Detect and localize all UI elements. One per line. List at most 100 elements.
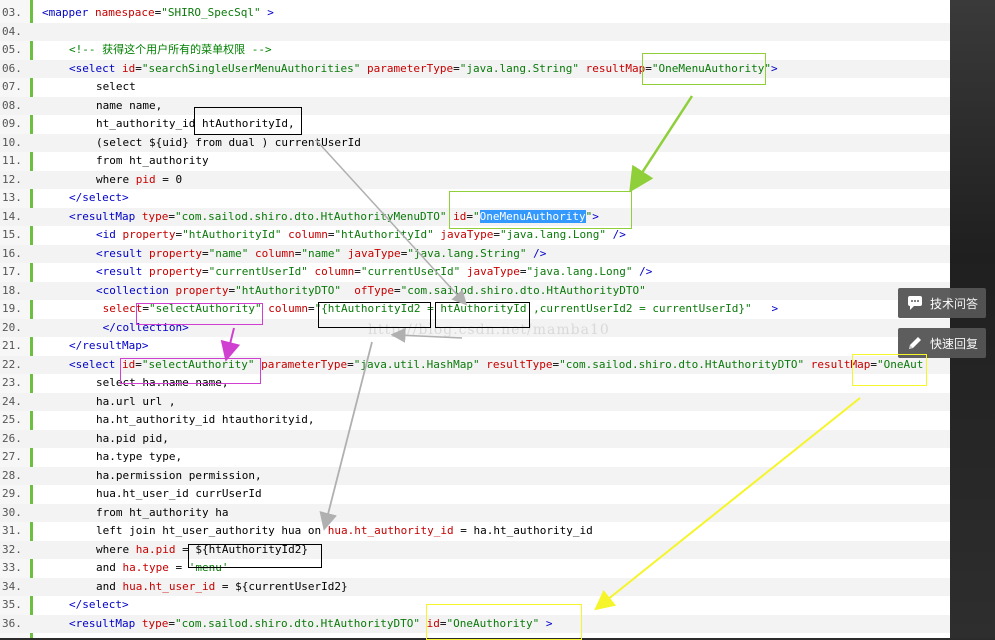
code-token: "name" <box>208 246 249 260</box>
line-number: 05. <box>2 43 22 56</box>
code-token: property <box>142 246 202 260</box>
code-token: property <box>168 283 229 297</box>
code-text: ht_authority_id htAuthorityId, <box>96 115 295 133</box>
code-text: select <box>96 78 136 96</box>
code-token: <id <box>96 228 116 241</box>
line-number: 29. <box>2 487 22 500</box>
code-token: = <box>519 265 527 278</box>
line-number: 10. <box>2 135 22 149</box>
code-token: " <box>473 209 480 223</box>
code-text: from ht_authority <box>96 152 209 170</box>
code-line: 34. and hua.ht_user_id = ${currentUserId2… <box>0 577 950 596</box>
quick-reply-button[interactable]: 快速回复 <box>898 328 986 358</box>
code-line: 22. <select id="selectAuthority" paramete… <box>0 355 950 374</box>
code-token: hua.ht_authority_id <box>327 524 454 537</box>
code-text: from ht_authority ha <box>96 504 228 522</box>
code-line: 29. hua.ht_user_id currUserId <box>0 485 950 503</box>
code-token: /> <box>605 228 626 241</box>
code-token: > <box>592 209 599 223</box>
code-line: 15. <id property="htAuthorityId" column="… <box>0 226 950 244</box>
code-token: > <box>771 61 778 75</box>
line-number: 22. <box>2 357 22 371</box>
code-text: ha.permission permission, <box>96 467 262 485</box>
code-text: </select> <box>69 596 129 614</box>
code-token: select <box>96 302 143 315</box>
line-number: 30. <box>2 505 22 519</box>
code-token: "com.sailod.shiro.dto.HtAuthorityDTO" <box>559 357 805 371</box>
code-token: mapper <box>48 6 89 19</box>
code-text: ha.pid pid, <box>96 430 169 448</box>
code-token: <resultMap <box>69 209 136 223</box>
code-token: "com.sailod.shiro.dto.HtAuthorityMenuDTO… <box>174 209 447 223</box>
code-token: hua.ht_user_id currUserId <box>96 487 262 500</box>
tech-qa-button[interactable]: 技术问答 <box>898 288 986 318</box>
code-token: = <box>439 616 447 630</box>
code-token: = <box>347 357 354 371</box>
code-token: (select ${uid} from dual ) currentUserId <box>96 135 361 149</box>
code-text: ha.ht_authority_id htauthorityid, <box>96 411 315 429</box>
code-token: </select> <box>69 598 129 611</box>
code-token: </resultMap> <box>69 339 149 352</box>
code-text: <select id="selectAuthority" parameterTy… <box>69 356 923 374</box>
code-token: name name, <box>96 98 163 112</box>
line-number: 11. <box>2 154 22 167</box>
code-token: > <box>539 616 553 630</box>
code-token: column <box>261 302 308 315</box>
line-number: 18. <box>2 283 22 297</box>
code-token: ht_authority_id htAuthorityId, <box>96 117 295 130</box>
code-line: 25. ha.ht_authority_id htauthorityid, <box>0 411 950 429</box>
code-token: <select <box>69 61 116 75</box>
line-number: 04. <box>2 24 22 38</box>
code-text: </select> <box>69 189 129 207</box>
code-text: </resultMap> <box>69 337 148 355</box>
code-token: "java.lang.Long" <box>526 265 633 278</box>
code-token: javaType <box>433 228 494 241</box>
code-line: 27. ha.type type, <box>0 448 950 466</box>
code-token: < <box>42 6 49 19</box>
code-line: 31. left join ht_user_authority hua on hu… <box>0 522 950 540</box>
line-number: 24. <box>2 394 22 408</box>
code-token: = <box>201 246 209 260</box>
code-token: </select> <box>69 191 129 204</box>
code-token: </collection> <box>96 320 189 334</box>
code-token: where <box>96 542 136 556</box>
code-text: <!-- 获得这个用户所有的菜单权限 --> <box>69 41 272 59</box>
code-token: hua.ht_user_id <box>122 579 216 593</box>
line-number: 34. <box>2 579 22 593</box>
code-token: id <box>446 209 467 223</box>
code-line: 05. <!-- 获得这个用户所有的菜单权限 --> <box>0 41 950 59</box>
code-token: "selectAuthority" <box>148 302 262 315</box>
code-text: <resultMap type="com.sailod.shiro.dto.Ht… <box>69 208 599 226</box>
code-token: "java.lang.String" <box>407 246 527 260</box>
code-token: "java.lang.Long" <box>500 228 606 241</box>
code-token: <result <box>96 246 143 260</box>
code-line: 04. <box>0 22 950 41</box>
code-token: > <box>751 302 779 315</box>
code-token: property <box>142 265 202 278</box>
code-token: "java.lang.String" <box>459 61 579 75</box>
pencil-icon <box>906 334 924 352</box>
code-token: = <box>168 561 189 574</box>
code-token: namespace <box>88 6 155 19</box>
code-line: 11. from ht_authority <box>0 152 950 170</box>
line-number: 07. <box>2 80 22 93</box>
code-token: "htAuthorityDTO" <box>235 283 342 297</box>
code-token: from ht_authority <box>96 154 209 167</box>
code-token: "name" <box>301 246 342 260</box>
line-number: 35. <box>2 598 22 611</box>
code-token: = <box>135 61 142 75</box>
line-number: 14. <box>2 209 22 223</box>
line-number: 21. <box>2 339 22 352</box>
code-token: "currentUserId" <box>360 265 461 278</box>
code-token: 'menu' <box>188 561 229 574</box>
watermark-text: http://blog.csdn.net/mamba10 <box>368 322 610 338</box>
code-token: "SHIRO_SpecSql" <box>161 6 261 19</box>
line-number: 16. <box>2 246 22 260</box>
code-text: where pid = 0 <box>96 171 182 189</box>
code-token: ha.ht_authority_id htauthorityid, <box>96 413 315 426</box>
line-number: 33. <box>2 561 22 574</box>
code-token: javaType <box>460 265 520 278</box>
code-token: <!-- 获得这个用户所有的菜单权限 --> <box>69 43 272 56</box>
code-token: = <box>168 209 175 223</box>
code-token: ha.type type, <box>96 450 183 463</box>
